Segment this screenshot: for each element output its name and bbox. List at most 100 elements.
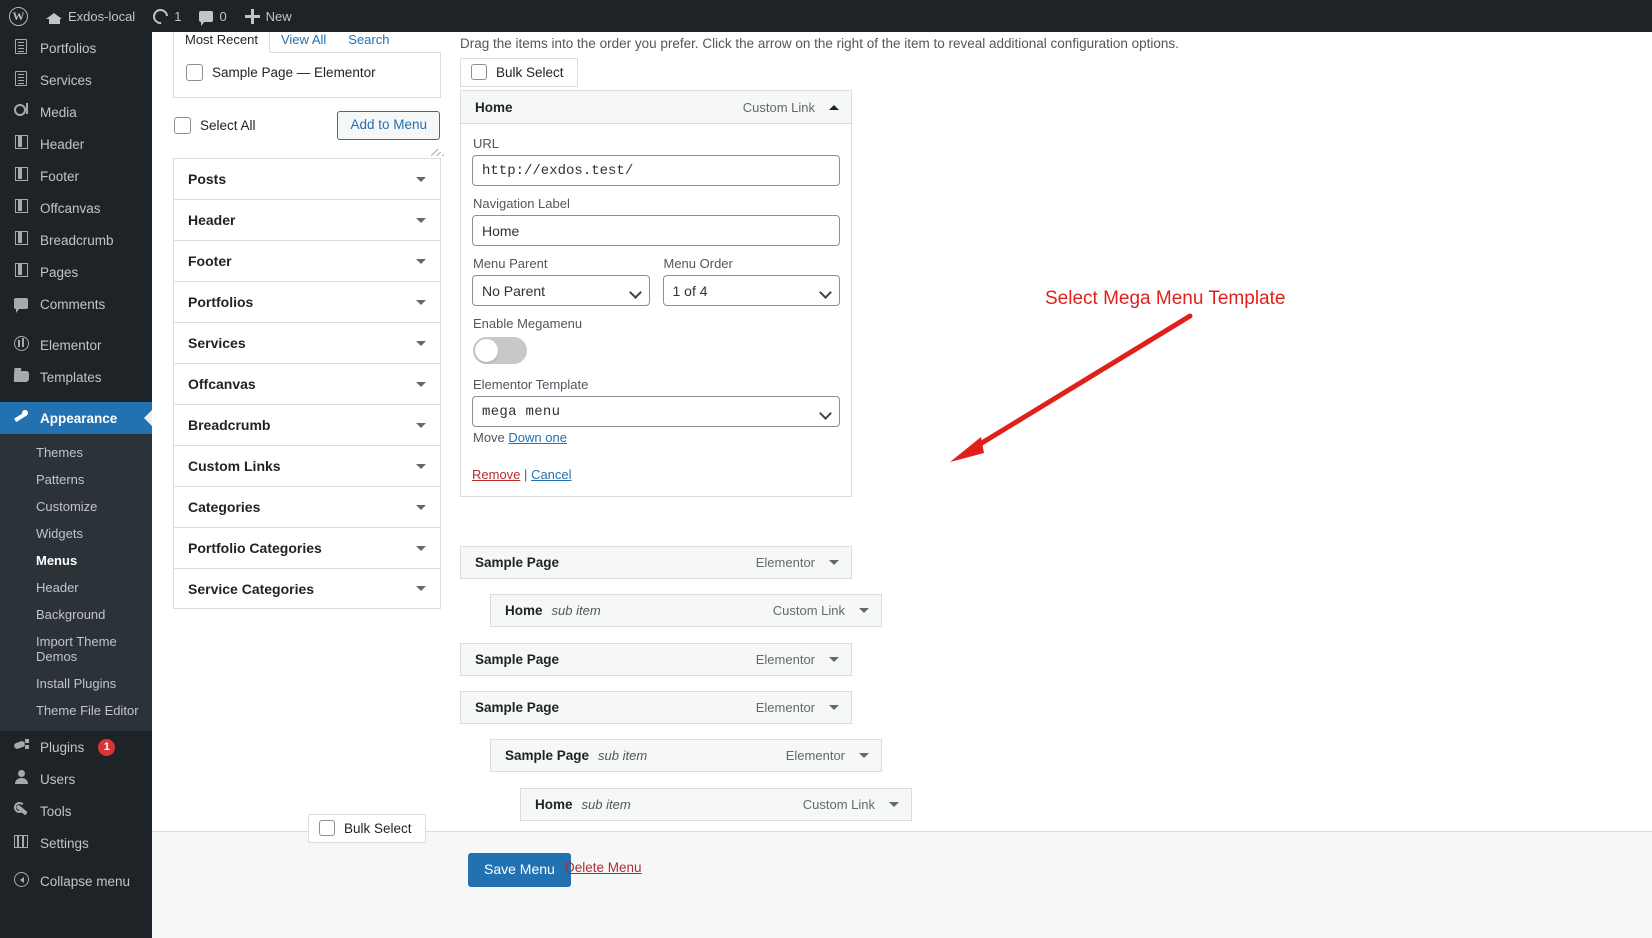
post-type-accordion: Posts Header Footer Portfolios Services …	[173, 158, 441, 609]
sidebar-subitem-menus[interactable]: Menus	[0, 547, 152, 574]
accordion-categories[interactable]: Categories	[173, 486, 441, 527]
menu-item-editor-header[interactable]: Home Custom Link	[461, 91, 851, 124]
sidebar-item-label: Tools	[40, 803, 72, 819]
sidebar-item-breadcrumb[interactable]: Breadcrumb	[0, 224, 152, 256]
site-name-button[interactable]: Exdos-local	[37, 0, 144, 32]
remove-link[interactable]: Remove	[472, 467, 520, 482]
save-menu-button[interactable]: Save Menu	[468, 853, 571, 887]
table-row[interactable]: Sample Page sub item Elementor	[490, 739, 882, 772]
menu-parent-select[interactable]: No Parent	[472, 275, 650, 306]
cancel-link[interactable]: Cancel	[531, 467, 571, 482]
menu-item-type: Custom Link	[772, 603, 845, 618]
sidebar-item-offcanvas[interactable]: Offcanvas	[0, 192, 152, 224]
sidebar-subitem-import-theme-demos[interactable]: Import Theme Demos	[0, 628, 152, 670]
updates-button[interactable]: 1	[144, 0, 190, 32]
enable-megamenu-toggle[interactable]	[473, 337, 527, 364]
table-row[interactable]: Sample Page Elementor	[460, 643, 852, 676]
sidebar-item-services[interactable]: Services	[0, 64, 152, 96]
sidebar-subitem-widgets[interactable]: Widgets	[0, 520, 152, 547]
item-checkbox[interactable]	[186, 64, 203, 81]
accordion-custom-links[interactable]: Custom Links	[173, 445, 441, 486]
tab-search[interactable]: Search	[337, 29, 400, 52]
sidebar-item-comments[interactable]: Comments	[0, 288, 152, 320]
sidebar-item-appearance[interactable]: Appearance	[0, 402, 152, 434]
url-input[interactable]	[472, 155, 840, 186]
accordion-label: Portfolio Categories	[188, 540, 322, 556]
chevron-down-icon	[416, 463, 426, 469]
sidebar-item-users[interactable]: Users	[0, 763, 152, 795]
sidebar-item-pages[interactable]: Pages	[0, 256, 152, 288]
sidebar-item-tools[interactable]: Tools	[0, 795, 152, 827]
bulk-select-label: Bulk Select	[496, 64, 564, 80]
comments-button[interactable]: 0	[190, 0, 235, 32]
accordion-portfolio-categories[interactable]: Portfolio Categories	[173, 527, 441, 568]
table-row[interactable]: Home sub item Custom Link	[520, 788, 912, 821]
wordpress-logo-icon	[9, 6, 28, 26]
sidebar-item-header[interactable]: Header	[0, 128, 152, 160]
select-all-control[interactable]: Select All	[174, 117, 256, 134]
sidebar-subitem-patterns[interactable]: Patterns	[0, 466, 152, 493]
wordpress-logo-button[interactable]	[0, 0, 37, 32]
sidebar-item-templates[interactable]: Templates	[0, 361, 152, 393]
sidebar-item-settings[interactable]: Settings	[0, 827, 152, 859]
elementor-template-select[interactable]: mega menu	[472, 396, 840, 427]
move-label: Move	[473, 430, 505, 445]
bulk-select-bottom[interactable]: Bulk Select	[308, 814, 426, 843]
accordion-header[interactable]: Header	[173, 199, 441, 240]
bulk-select-checkbox[interactable]	[319, 820, 335, 836]
navigation-label-input[interactable]	[472, 215, 840, 246]
available-items-list: Sample Page — Elementor	[173, 52, 441, 98]
sidebar-item-footer[interactable]: Footer	[0, 160, 152, 192]
chevron-down-icon[interactable]	[889, 802, 899, 807]
chevron-down-icon[interactable]	[829, 560, 839, 565]
sidebar-subitem-theme-file-editor[interactable]: Theme File Editor	[0, 697, 152, 724]
sidebar-item-label: Templates	[40, 369, 102, 385]
bulk-select-checkbox[interactable]	[471, 64, 487, 80]
chevron-up-icon[interactable]	[829, 104, 839, 110]
settings-icon	[11, 834, 31, 852]
accordion-posts[interactable]: Posts	[173, 158, 441, 199]
delete-menu-link[interactable]: Delete Menu	[565, 860, 642, 875]
sidebar-item-media[interactable]: Media	[0, 96, 152, 128]
content-area: Most Recent View All Search Sample Page …	[152, 28, 1652, 938]
menu-item-sub-label: sub item	[551, 603, 601, 618]
sidebar-subitem-header[interactable]: Header	[0, 574, 152, 601]
wrench-icon	[11, 801, 31, 821]
menu-order-select[interactable]: 1 of 4	[662, 275, 840, 306]
new-content-button[interactable]: New	[236, 0, 301, 32]
sidebar-subitem-themes[interactable]: Themes	[0, 439, 152, 466]
accordion-portfolios[interactable]: Portfolios	[173, 281, 441, 322]
sidebar-item-label: Plugins	[40, 739, 85, 755]
sidebar-subitem-background[interactable]: Background	[0, 601, 152, 628]
menu-item-title: Home	[535, 797, 573, 812]
collapse-menu-button[interactable]: Collapse menu	[0, 865, 152, 897]
sidebar-item-portfolios[interactable]: Portfolios	[0, 32, 152, 64]
move-down-one-link[interactable]: Down one	[508, 430, 567, 445]
table-row[interactable]: Sample Page Elementor	[460, 691, 852, 724]
sidebar-subitem-customize[interactable]: Customize	[0, 493, 152, 520]
sidebar-item-elementor[interactable]: Elementor	[0, 329, 152, 361]
home-icon	[46, 9, 62, 24]
accordion-services[interactable]: Services	[173, 322, 441, 363]
add-to-menu-button[interactable]: Add to Menu	[337, 111, 440, 140]
resize-handle[interactable]	[431, 143, 444, 156]
accordion-service-categories[interactable]: Service Categories	[173, 568, 441, 609]
menu-item-type: Elementor	[755, 652, 815, 667]
chevron-down-icon[interactable]	[859, 753, 869, 758]
accordion-breadcrumb[interactable]: Breadcrumb	[173, 404, 441, 445]
select-all-checkbox[interactable]	[174, 117, 191, 134]
list-item[interactable]: Sample Page — Elementor	[186, 64, 428, 81]
accordion-label: Breadcrumb	[188, 417, 271, 433]
chevron-down-icon[interactable]	[829, 705, 839, 710]
chevron-down-icon[interactable]	[859, 608, 869, 613]
chevron-down-icon[interactable]	[829, 657, 839, 662]
sidebar-item-plugins[interactable]: Plugins 1	[0, 731, 152, 763]
sidebar-item-label: Services	[40, 72, 92, 88]
sidebar-subitem-install-plugins[interactable]: Install Plugins	[0, 670, 152, 697]
table-row[interactable]: Home sub item Custom Link	[490, 594, 882, 627]
accordion-offcanvas[interactable]: Offcanvas	[173, 363, 441, 404]
table-row[interactable]: Sample Page Elementor	[460, 546, 852, 579]
bulk-select-top[interactable]: Bulk Select	[460, 58, 578, 87]
accordion-footer[interactable]: Footer	[173, 240, 441, 281]
tab-view-all[interactable]: View All	[270, 29, 337, 52]
